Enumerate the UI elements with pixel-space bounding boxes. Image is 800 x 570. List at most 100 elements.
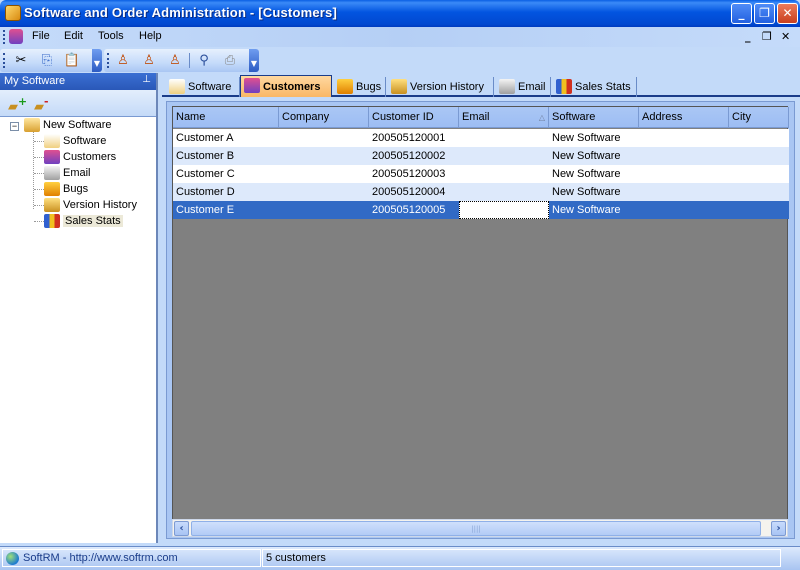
scroll-left-button[interactable]: ‹	[174, 521, 189, 536]
cell-address[interactable]	[639, 165, 729, 183]
add-customer-icon[interactable]: ♙	[114, 52, 132, 69]
cell-customer-id[interactable]: 200505120001	[369, 129, 459, 147]
close-button[interactable]: ✕	[777, 3, 798, 24]
menu-tools[interactable]: Tools	[98, 30, 124, 42]
pin-icon[interactable]: ⊥	[142, 74, 151, 85]
mdi-minimize-button[interactable]: _	[745, 30, 751, 43]
column-header-name[interactable]: Name	[173, 107, 279, 128]
cell-address[interactable]	[639, 129, 729, 147]
restore-button[interactable]: ❐	[754, 3, 775, 24]
toolbar-overflow-button[interactable]: ▼	[92, 49, 102, 72]
tab-version-history[interactable]: Version History	[388, 77, 494, 97]
copy-icon[interactable]: ⎘	[38, 52, 56, 69]
customers-panel: Name Company Customer ID Email △ Software…	[166, 101, 795, 539]
toolbar-grip[interactable]	[3, 53, 5, 68]
cell-address[interactable]	[639, 147, 729, 165]
edit-customer-icon[interactable]: ♙	[166, 52, 184, 69]
cell-customer-id[interactable]: 200505120003	[369, 165, 459, 183]
cell-company[interactable]	[279, 129, 369, 147]
tab-software[interactable]: Software	[166, 77, 240, 97]
minimize-button[interactable]: _	[731, 3, 752, 24]
paste-icon[interactable]: 📋	[63, 52, 81, 69]
tree-node-email[interactable]: Email	[44, 165, 91, 181]
tree-node-bugs[interactable]: Bugs	[44, 181, 88, 197]
column-header-customer-id[interactable]: Customer ID	[369, 107, 459, 128]
cell-email[interactable]	[459, 147, 549, 165]
cell-software[interactable]: New Software	[549, 165, 639, 183]
cell-email[interactable]	[459, 129, 549, 147]
table-row[interactable]: Customer D 200505120004 New Software	[173, 183, 789, 201]
cell-name[interactable]: Customer A	[173, 129, 279, 147]
column-header-city[interactable]: City	[729, 107, 789, 128]
tree-node-customers[interactable]: Customers	[44, 149, 116, 165]
tree-node-root[interactable]: New Software	[24, 117, 111, 133]
horizontal-scrollbar[interactable]: ‹ |||| ›	[172, 519, 788, 537]
remove-customer-icon[interactable]: ♙	[140, 52, 158, 69]
cell-customer-id[interactable]: 200505120005	[369, 201, 459, 219]
cell-email[interactable]	[459, 201, 549, 219]
table-row[interactable]: Customer E 200505120005 New Software	[173, 201, 789, 219]
cell-company[interactable]	[279, 147, 369, 165]
cell-customer-id[interactable]: 200505120002	[369, 147, 459, 165]
tab-customers[interactable]: Customers	[240, 75, 332, 97]
cell-company[interactable]	[279, 183, 369, 201]
tree-line	[34, 221, 44, 222]
cell-email[interactable]	[459, 183, 549, 201]
cell-city[interactable]	[729, 147, 789, 165]
cell-email[interactable]	[459, 165, 549, 183]
find-icon[interactable]: ⚲	[195, 52, 213, 69]
print-icon[interactable]: ⎙	[221, 52, 239, 69]
menu-help[interactable]: Help	[139, 30, 162, 42]
column-header-email[interactable]: Email △	[459, 107, 549, 128]
column-header-company[interactable]: Company	[279, 107, 369, 128]
table-row[interactable]: Customer B 200505120002 New Software	[173, 147, 789, 165]
cell-name[interactable]: Customer D	[173, 183, 279, 201]
menu-file[interactable]: File	[32, 30, 50, 42]
tree-node-version-history[interactable]: Version History	[44, 197, 137, 213]
tab-email[interactable]: Email	[496, 77, 551, 97]
cell-address[interactable]	[639, 201, 729, 219]
table-row[interactable]: Customer A 200505120001 New Software	[173, 129, 789, 147]
mdi-close-button[interactable]: ✕	[781, 30, 790, 43]
cell-city[interactable]	[729, 129, 789, 147]
table-row[interactable]: Customer C 200505120003 New Software	[173, 165, 789, 183]
cell-company[interactable]	[279, 201, 369, 219]
cell-city[interactable]	[729, 183, 789, 201]
toolbar-overflow-button[interactable]: ▼	[249, 49, 259, 72]
cell-name[interactable]: Customer C	[173, 165, 279, 183]
sales-stats-icon	[556, 79, 572, 94]
mdi-restore-button[interactable]: ❐	[762, 30, 772, 43]
column-header-address[interactable]: Address	[639, 107, 729, 128]
cell-address[interactable]	[639, 183, 729, 201]
scroll-thumb[interactable]: ||||	[191, 521, 761, 536]
add-software-icon[interactable]: ▰+	[8, 95, 27, 114]
cell-software[interactable]: New Software	[549, 147, 639, 165]
cell-city[interactable]	[729, 201, 789, 219]
remove-software-icon[interactable]: ▰-	[34, 95, 49, 114]
tree-line	[34, 173, 44, 174]
cut-icon[interactable]: ✂	[12, 52, 30, 69]
tree-line	[33, 131, 34, 209]
scroll-right-button[interactable]: ›	[771, 521, 786, 536]
toolbar-grip[interactable]	[107, 53, 109, 68]
cell-software[interactable]: New Software	[549, 129, 639, 147]
cell-customer-id[interactable]: 200505120004	[369, 183, 459, 201]
app-menu-icon[interactable]	[9, 29, 23, 44]
cell-software[interactable]: New Software	[549, 201, 639, 219]
cell-city[interactable]	[729, 165, 789, 183]
cell-software[interactable]: New Software	[549, 183, 639, 201]
cell-company[interactable]	[279, 165, 369, 183]
customers-grid[interactable]: Name Company Customer ID Email △ Software…	[172, 106, 789, 520]
cell-name[interactable]: Customer E	[173, 201, 279, 219]
collapse-icon[interactable]: −	[10, 122, 19, 131]
tab-bugs[interactable]: Bugs	[334, 77, 386, 97]
tree-node-software[interactable]: Software	[44, 133, 106, 149]
cell-name[interactable]: Customer B	[173, 147, 279, 165]
status-link[interactable]: SoftRM - http://www.softrm.com	[2, 549, 261, 567]
menu-bar: File Edit Tools Help _ ❐ ✕	[0, 27, 800, 47]
tree-node-sales-stats[interactable]: Sales Stats	[44, 213, 123, 229]
column-header-software[interactable]: Software	[549, 107, 639, 128]
tab-sales-stats[interactable]: Sales Stats	[553, 77, 637, 97]
app-icon	[5, 5, 21, 21]
menu-edit[interactable]: Edit	[64, 30, 83, 42]
